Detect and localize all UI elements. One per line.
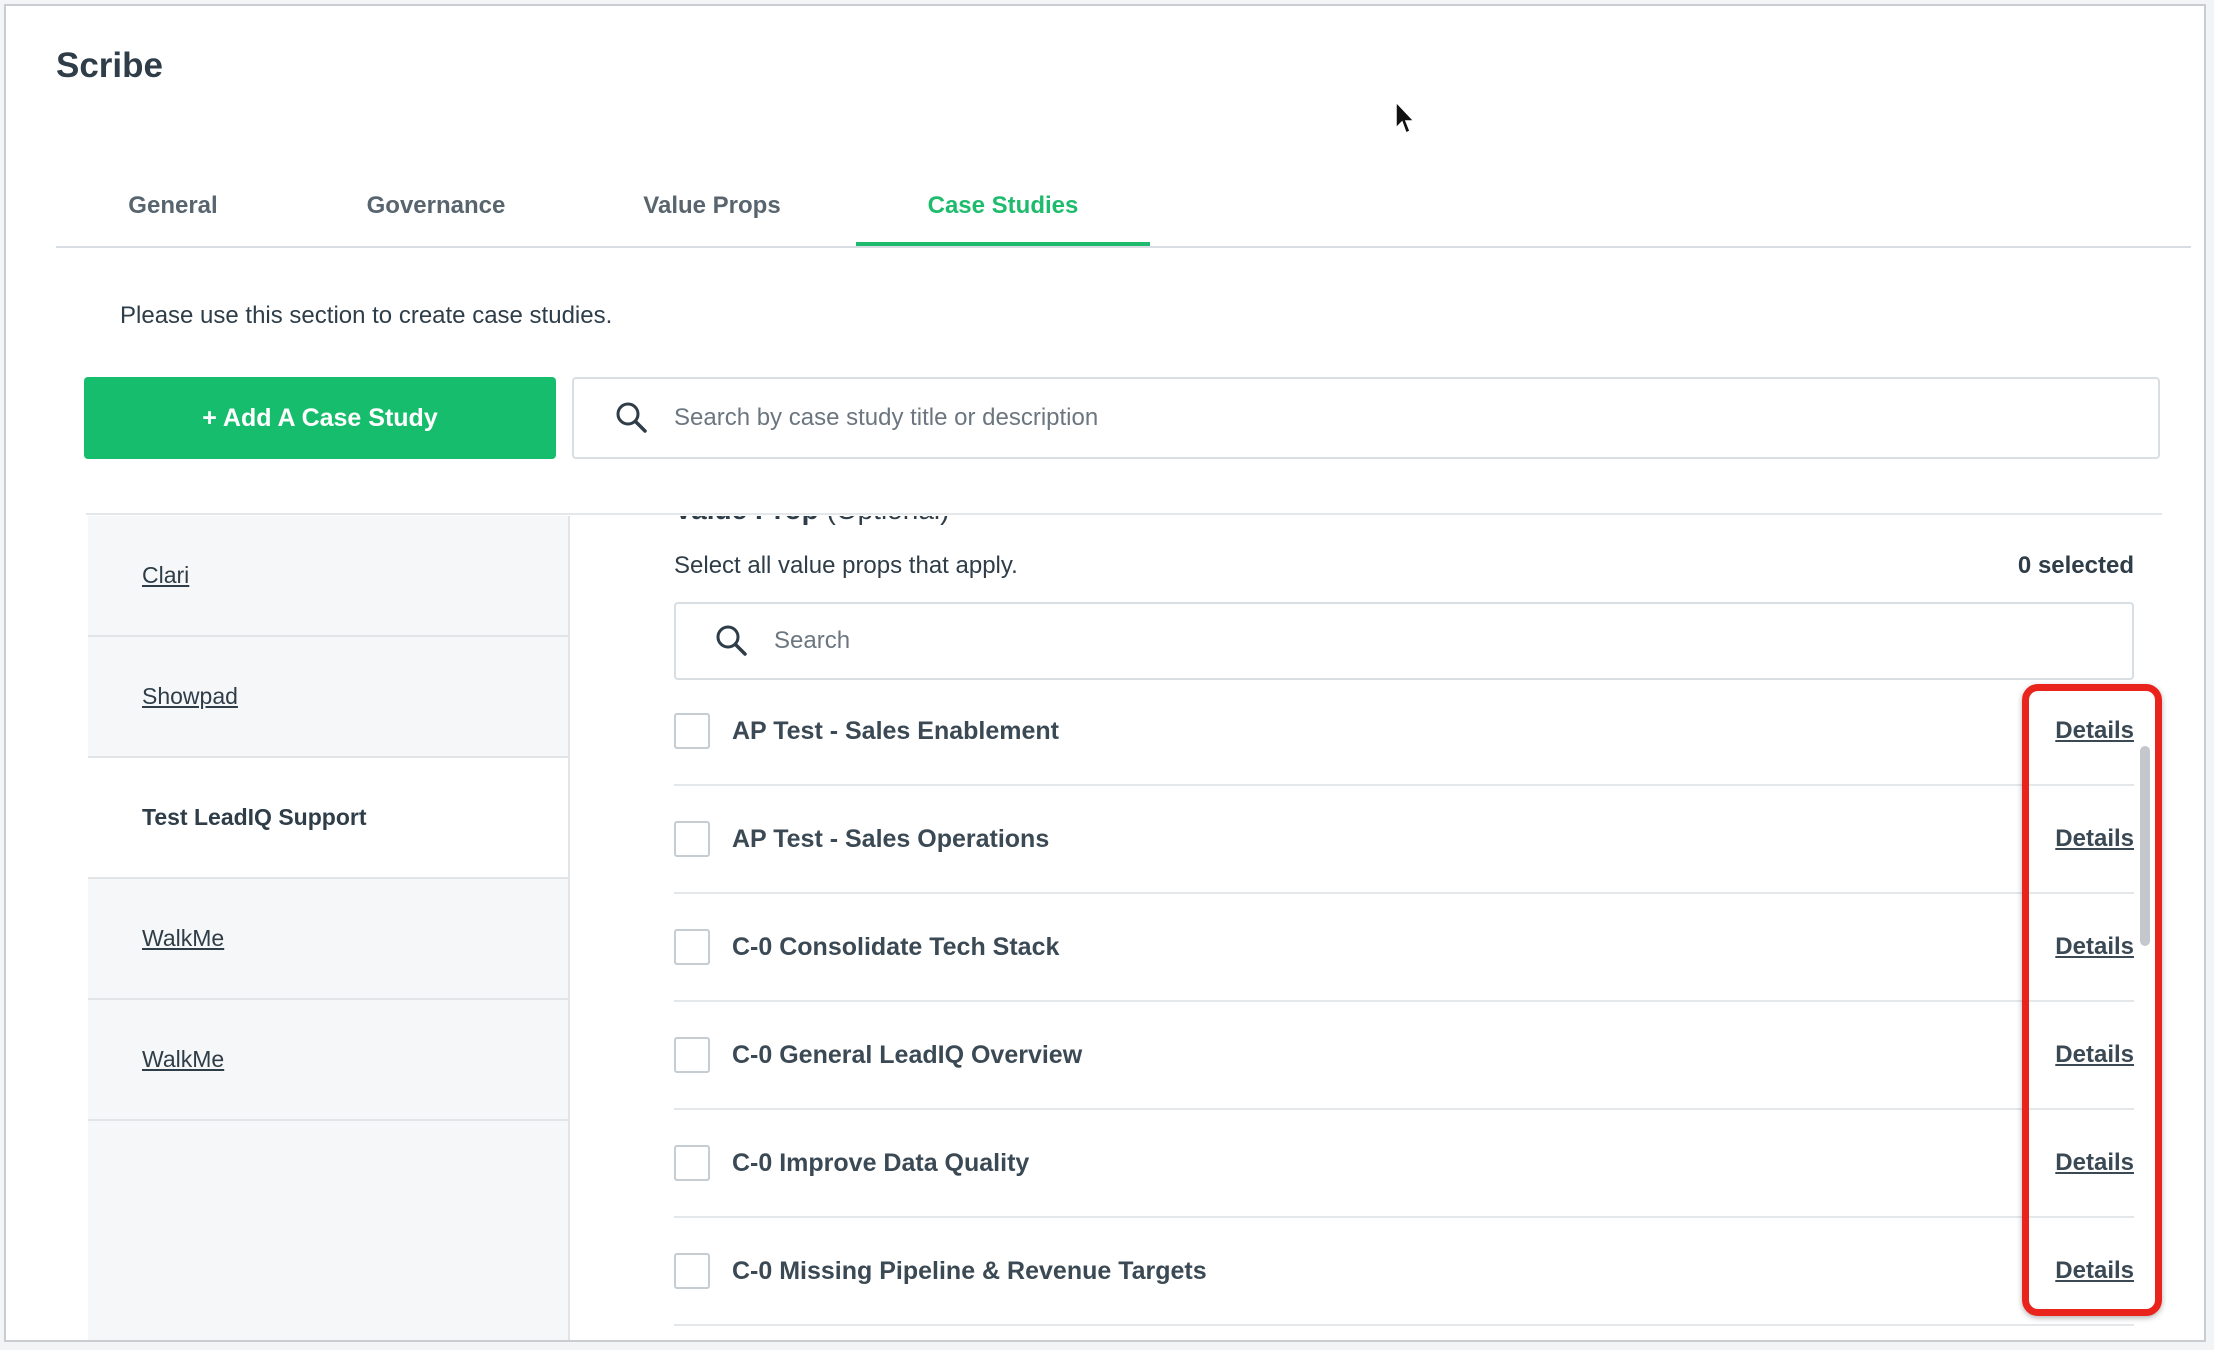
app-title: Scribe bbox=[56, 46, 163, 85]
value-prop-checkbox[interactable] bbox=[674, 713, 710, 749]
value-prop-search[interactable] bbox=[674, 602, 2134, 680]
value-prop-checkbox[interactable] bbox=[674, 929, 710, 965]
sidebar-empty-space bbox=[88, 1121, 568, 1340]
value-prop-label: C-0 General LeadIQ Overview bbox=[732, 1040, 1083, 1069]
value-prop-label: AP Test - Sales Operations bbox=[732, 824, 1050, 853]
value-prop-search-input[interactable] bbox=[772, 626, 2132, 656]
value-prop-label: C-0 Missing Pipeline & Revenue Targets bbox=[732, 1256, 1207, 1285]
value-prop-checkbox[interactable] bbox=[674, 1145, 710, 1181]
value-prop-heading-label: Value Prop bbox=[674, 516, 819, 525]
list-item: AP Test - Sales Enablement Details bbox=[674, 678, 2134, 786]
tab-value-props[interactable]: Value Props bbox=[628, 176, 796, 244]
content-divider bbox=[86, 513, 2162, 515]
sidebar-item-showpad[interactable]: Showpad bbox=[88, 637, 568, 758]
tab-general[interactable]: General bbox=[114, 176, 232, 244]
value-prop-label: AP Test - Sales Enablement bbox=[732, 716, 1059, 745]
add-case-study-button[interactable]: + Add A Case Study bbox=[84, 377, 556, 459]
value-prop-heading-note: (Optional) bbox=[827, 516, 950, 525]
value-prop-label: C-0 Improve Data Quality bbox=[732, 1148, 1030, 1177]
value-prop-heading: Value Prop (Optional) bbox=[674, 516, 949, 526]
case-study-list: Clari Showpad Test LeadIQ Support WalkMe… bbox=[88, 516, 570, 1340]
value-prop-subtitle: Select all value props that apply. bbox=[674, 552, 1018, 579]
sidebar-item-walkme-2[interactable]: WalkMe bbox=[88, 1000, 568, 1121]
app-window: Scribe General Governance Value Props Ca… bbox=[4, 4, 2206, 1342]
value-prop-checkbox[interactable] bbox=[674, 1253, 710, 1289]
list-item: C-0 Improve Data Quality Details bbox=[674, 1110, 2134, 1218]
list-item: C-0 Missing Pipeline & Revenue Targets D… bbox=[674, 1218, 2134, 1326]
case-study-search-input[interactable] bbox=[672, 403, 2158, 433]
details-highlight-box bbox=[2022, 684, 2162, 1316]
tab-bar: General Governance Value Props Case Stud… bbox=[56, 176, 2191, 248]
case-study-search[interactable] bbox=[572, 377, 2160, 459]
sidebar-item-walkme[interactable]: WalkMe bbox=[88, 879, 568, 1000]
sidebar-item-clari[interactable]: Clari bbox=[88, 516, 568, 637]
search-icon bbox=[612, 398, 652, 438]
list-item: AP Test - Sales Operations Details bbox=[674, 786, 2134, 894]
search-icon bbox=[712, 621, 752, 661]
value-prop-list: AP Test - Sales Enablement Details AP Te… bbox=[674, 678, 2134, 1326]
mouse-cursor-icon bbox=[1395, 100, 1416, 135]
value-prop-label: C-0 Consolidate Tech Stack bbox=[732, 932, 1060, 961]
value-prop-checkbox[interactable] bbox=[674, 821, 710, 857]
value-prop-checkbox[interactable] bbox=[674, 1037, 710, 1073]
intro-text: Please use this section to create case s… bbox=[120, 302, 613, 329]
list-item: C-0 Consolidate Tech Stack Details bbox=[674, 894, 2134, 1002]
tab-case-studies[interactable]: Case Studies bbox=[856, 176, 1150, 246]
list-item: C-0 General LeadIQ Overview Details bbox=[674, 1002, 2134, 1110]
tab-governance[interactable]: Governance bbox=[356, 176, 516, 244]
selected-count: 0 selected bbox=[2017, 552, 2134, 579]
sidebar-item-test-leadiq-support[interactable]: Test LeadIQ Support bbox=[88, 758, 568, 879]
value-prop-panel: Value Prop (Optional) Select all value p… bbox=[674, 516, 2134, 1340]
